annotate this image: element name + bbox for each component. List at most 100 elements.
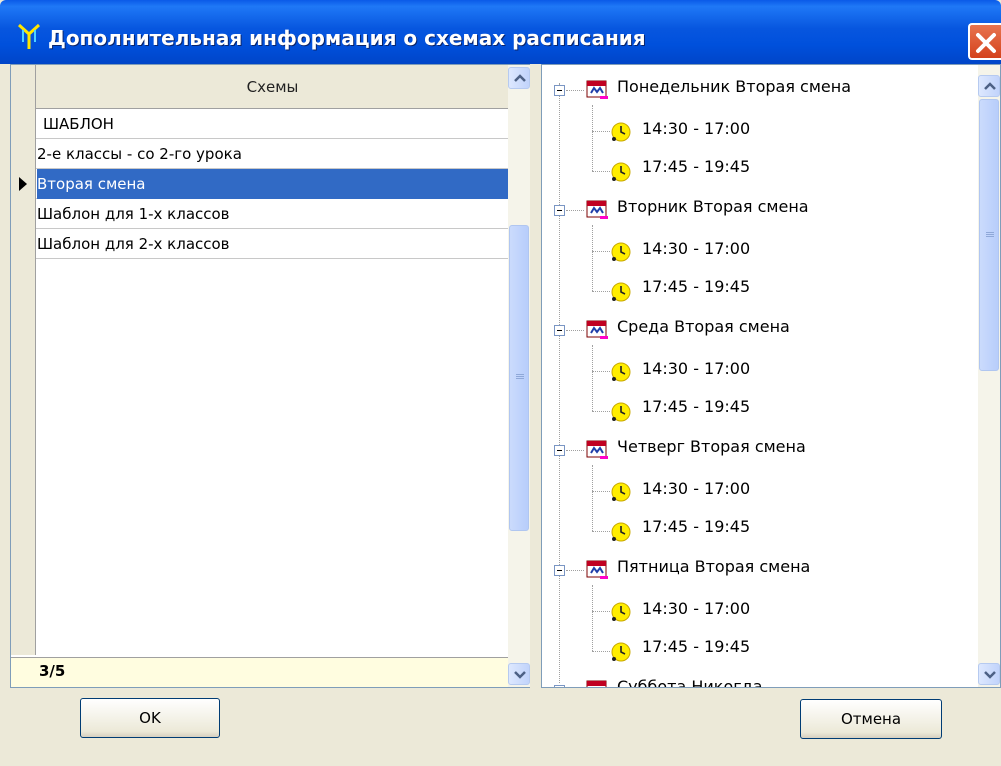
calendar-icon [586,320,608,339]
tree-line [592,411,610,412]
tree-line [592,251,610,252]
time-interval-label[interactable]: 14:30 - 17:00 [642,359,750,378]
time-interval-label[interactable]: 14:30 - 17:00 [642,479,750,498]
title-bar[interactable]: Дополнительная информация о схемах распи… [0,0,1001,64]
scheme-name-cell[interactable]: ШАБЛОН [37,109,508,139]
record-counter-bar: 3/5 [11,657,508,687]
tree-line [592,611,610,612]
time-interval-label[interactable]: 17:45 - 19:45 [642,397,750,416]
time-interval-label[interactable]: 17:45 - 19:45 [642,517,750,536]
clock-icon [611,522,631,542]
tree-day-node[interactable]: Суббота Никогда [542,669,979,687]
time-interval-label[interactable]: 14:30 - 17:00 [642,239,750,258]
close-button[interactable] [968,23,1001,60]
time-interval-label[interactable]: 17:45 - 19:45 [642,637,750,656]
collapse-minus-icon[interactable] [554,565,565,576]
row-indicator [11,229,36,259]
chevron-down-icon [514,671,526,679]
scroll-up-button[interactable] [508,67,530,89]
day-label[interactable]: Четверг Вторая смена [617,437,806,456]
cancel-button[interactable]: Отмена [800,699,942,739]
tree-interval-node[interactable]: 14:30 - 17:00 [542,469,979,509]
tree-line [566,210,584,211]
tree-line [592,491,610,492]
tree-day-node[interactable]: Понедельник Вторая смена [542,69,979,109]
scroll-up-button[interactable] [978,75,1000,97]
schedule-tree[interactable]: Понедельник Вторая смена 14:30 - 17:00 1… [541,64,1001,688]
close-icon [976,33,996,53]
tree-line [566,330,584,331]
tree-interval-node[interactable]: 17:45 - 19:45 [542,269,979,309]
collapse-minus-icon[interactable] [554,685,565,687]
table-row[interactable]: 2-е классы - со 2-го урока [11,139,508,169]
day-label[interactable]: Пятница Вторая смена [617,557,810,576]
tree-day-node[interactable]: Четверг Вторая смена [542,429,979,469]
tree-line [592,171,610,172]
calendar-icon [586,200,608,219]
schemes-grid[interactable]: Схемы ШАБЛОН 2-е классы - со 2-го урока … [10,64,530,688]
row-indicator [11,109,36,139]
time-interval-label[interactable]: 17:45 - 19:45 [642,157,750,176]
collapse-minus-icon[interactable] [554,205,565,216]
clock-icon [611,362,631,382]
scheme-name-cell[interactable]: Шаблон для 1-х классов [37,199,508,229]
table-row[interactable]: Шаблон для 1-х классов [11,199,508,229]
clock-icon [611,242,631,262]
clock-icon [611,482,631,502]
tree-line [592,651,610,652]
collapse-minus-icon[interactable] [554,445,565,456]
time-interval-label[interactable]: 14:30 - 17:00 [642,119,750,138]
calendar-icon [586,80,608,99]
tree-day-node[interactable]: Среда Вторая смена [542,309,979,349]
scheme-name-cell[interactable]: Вторая смена [37,169,508,199]
schedule-info-dialog: Дополнительная информация о схемах распи… [0,0,1001,766]
column-header-schemes[interactable]: Схемы [37,65,508,109]
tree-interval-node[interactable]: 17:45 - 19:45 [542,629,979,669]
day-label[interactable]: Среда Вторая смена [617,317,790,336]
row-indicator [11,199,36,229]
tree-interval-node[interactable]: 14:30 - 17:00 [542,109,979,149]
grid-body: ШАБЛОН 2-е классы - со 2-го урока Вторая… [11,109,508,655]
collapse-minus-icon[interactable] [554,85,565,96]
scheme-name-cell[interactable]: Шаблон для 2-х классов [37,229,508,259]
collapse-minus-icon[interactable] [554,325,565,336]
clock-icon [611,642,631,662]
scroll-thumb[interactable] [509,225,529,531]
grip-icon [516,374,524,382]
tree-line [566,570,584,571]
tree-line [592,531,610,532]
scroll-thumb[interactable] [979,99,999,371]
scroll-down-button[interactable] [978,663,1000,685]
grip-icon [986,232,994,240]
grid-scrollbar[interactable] [508,65,530,687]
tree-line [592,131,610,132]
clock-icon [611,282,631,302]
scheme-name-cell[interactable]: 2-е классы - со 2-го урока [37,139,508,169]
row-indicator [11,169,36,199]
ok-button[interactable]: OK [80,698,220,738]
table-row[interactable]: Шаблон для 2-х классов [11,229,508,259]
tree-day-node[interactable]: Пятница Вторая смена [542,549,979,589]
scroll-down-button[interactable] [508,663,530,685]
record-counter: 3/5 [39,662,66,680]
turnstile-icon [17,23,41,49]
tree-day-node[interactable]: Вторник Вторая смена [542,189,979,229]
calendar-icon [586,680,607,687]
grid-header: Схемы [11,65,508,109]
time-interval-label[interactable]: 17:45 - 19:45 [642,277,750,296]
tree-interval-node[interactable]: 17:45 - 19:45 [542,389,979,429]
tree-interval-node[interactable]: 17:45 - 19:45 [542,149,979,189]
tree-interval-node[interactable]: 14:30 - 17:00 [542,589,979,629]
day-label[interactable]: Понедельник Вторая смена [617,77,851,96]
table-row-selected[interactable]: Вторая смена [11,169,508,199]
tree-scrollbar[interactable] [978,65,1000,687]
indicator-header [11,65,36,109]
day-label[interactable]: Вторник Вторая смена [617,197,809,216]
table-row[interactable]: ШАБЛОН [11,109,508,139]
tree-interval-node[interactable]: 14:30 - 17:00 [542,349,979,389]
time-interval-label[interactable]: 14:30 - 17:00 [642,599,750,618]
chevron-up-icon [514,74,526,82]
tree-interval-node[interactable]: 14:30 - 17:00 [542,229,979,269]
day-label[interactable]: Суббота Никогда [617,677,763,687]
tree-interval-node[interactable]: 17:45 - 19:45 [542,509,979,549]
